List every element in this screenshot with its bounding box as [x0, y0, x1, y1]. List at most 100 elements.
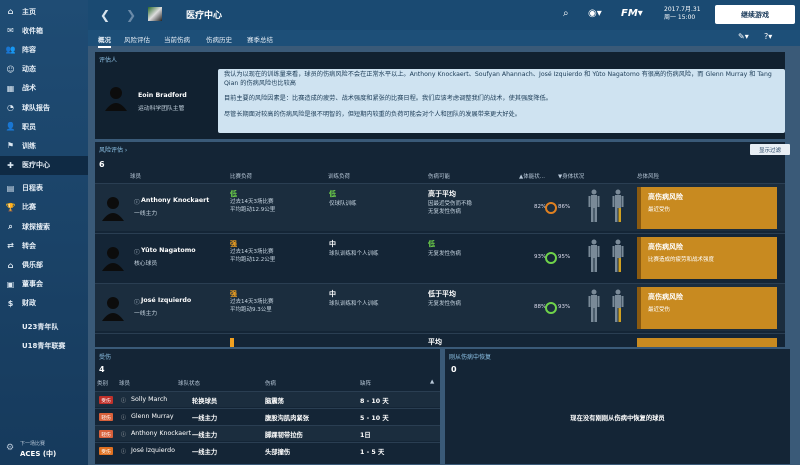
time-out: 1 - 5 天 — [360, 449, 385, 456]
player-info-icon[interactable]: ⓘ — [134, 297, 140, 306]
injury-row[interactable]: 受伤 ⓘ José Izquierdo 一线主力 头部撞伤 1 - 5 天 — [95, 442, 440, 458]
tab-season[interactable]: 赛季总结 — [247, 34, 273, 44]
player-role: 核心球员 — [134, 261, 158, 267]
inj-col-out[interactable]: 缺阵 — [360, 379, 371, 387]
sidebar-item-12[interactable]: ⇄ 转会 — [0, 236, 88, 255]
home-icon: ⌂ — [7, 7, 14, 17]
injury-proneness-level: 高于平均 — [428, 190, 456, 198]
sidebar-item-label: 转会 — [22, 241, 36, 250]
globe-icon[interactable]: ◉▾ — [588, 8, 602, 19]
sidebar-item-2[interactable]: 👥 阵容 — [0, 40, 88, 59]
player-name[interactable]: Yûto Nagatomo — [141, 247, 196, 254]
condition-ring-icon — [545, 252, 557, 264]
body-status-icon — [612, 289, 624, 322]
quote-paragraph-3: 尽管长期面对较高的伤病风险是很不明智的，但短期内较重的负荷可能会对个人和团队的发… — [224, 110, 521, 118]
col-fitness[interactable]: ▼身体状况 — [558, 172, 584, 180]
player-info-icon[interactable]: ⓘ — [134, 197, 140, 206]
overall-risk-badge: 高伤病风险 比赛造成的疲劳和战术强度 — [637, 237, 777, 279]
injured-player-name[interactable]: José Izquierdo — [131, 447, 175, 454]
assessor-role: 运动科学团队主管 — [138, 106, 185, 112]
injuries-header[interactable]: 受伤 — [95, 349, 440, 364]
tactics-icon: ▦ — [6, 83, 15, 93]
fitness-value: 86% — [558, 204, 571, 210]
col-injury-prone[interactable]: 伤病可能 — [428, 172, 450, 180]
recovery-header[interactable]: 刚从伤病中恢复 — [445, 349, 790, 364]
quote-paragraph-1: 我认为以现在的训练量来看，球员的伤病风险不会在正常水平以上。Anthony Kn… — [224, 71, 772, 87]
injury-name: 脚踝韧带拉伤 — [265, 432, 303, 439]
body-status-icon — [588, 239, 600, 272]
inj-col-injury[interactable]: 伤病 — [265, 379, 276, 387]
sidebar-item-13[interactable]: ⌂ 俱乐部 — [0, 255, 88, 274]
tab-overview[interactable]: 概况 — [98, 34, 111, 48]
match-load-level: 低 — [230, 190, 237, 198]
sidebar-item-label: 俱乐部 — [22, 261, 43, 270]
sidebar-item-label: 比赛 — [22, 203, 36, 212]
sidebar-item-3[interactable]: ☺ 动态 — [0, 60, 88, 79]
sidebar-item-label: 战术 — [22, 84, 36, 93]
inj-col-player[interactable]: 球员 — [119, 379, 130, 387]
show-filter-button[interactable]: 显示过滤 — [750, 144, 790, 155]
tab-risk[interactable]: 风险评估 — [124, 34, 150, 44]
fm-menu-icon[interactable]: FM▾ — [621, 8, 643, 19]
sidebar-item-6[interactable]: 👤 职员 — [0, 117, 88, 136]
training-icon: ⚑ — [6, 141, 15, 151]
sidebar-item-15[interactable]: $ 财政 — [0, 294, 88, 313]
col-overall-risk[interactable]: 总体风险 — [637, 172, 659, 180]
finance-icon: $ — [7, 298, 14, 308]
continue-button[interactable]: 继续游戏 — [715, 5, 795, 24]
next-match[interactable]: ⚙ 下一场比赛 ACES (中) — [6, 440, 56, 459]
help-icon[interactable]: ?▾ — [764, 32, 772, 41]
player-avatar — [102, 297, 124, 321]
club-crest[interactable] — [148, 7, 162, 21]
forward-icon[interactable]: ❯ — [126, 8, 136, 22]
sidebar-item-8[interactable]: ✚ 医疗中心 — [0, 155, 88, 175]
training-load-detail: 球队训练和个人训练 — [329, 301, 379, 307]
risk-header[interactable]: 风险评估 › — [95, 142, 785, 157]
tab-history[interactable]: 伤病历史 — [206, 34, 232, 44]
condition-ring-icon — [545, 302, 557, 314]
sidebar-item-label: 动态 — [22, 65, 36, 74]
sidebar-item-11[interactable]: ⌕ 球探搜索 — [0, 217, 88, 236]
col-match-load[interactable]: 比赛负荷 — [230, 172, 252, 180]
sidebar-item-7[interactable]: ⚑ 训练 — [0, 136, 88, 155]
sidebar-item-17[interactable]: U18青年联赛 — [0, 336, 88, 355]
sidebar-item-4[interactable]: ▦ 战术 — [0, 79, 88, 98]
sidebar-item-10[interactable]: 🏆 比赛 — [0, 198, 88, 217]
player-name[interactable]: José Izquierdo — [141, 297, 191, 304]
inj-col-status[interactable]: 球队状态 — [178, 379, 200, 387]
sidebar-item-14[interactable]: ▣ 董事会 — [0, 275, 88, 294]
risk-count: 6 — [99, 160, 105, 169]
injured-player-name[interactable]: Glenn Murray — [131, 413, 174, 420]
inj-sort-icon[interactable]: ▲ — [430, 379, 434, 385]
sidebar-item-5[interactable]: ◔ 球队报告 — [0, 98, 88, 117]
col-player[interactable]: 球员 — [130, 172, 141, 180]
sidebar-item-0[interactable]: ⌂ 主页 — [0, 2, 88, 21]
injured-player-name[interactable]: Solly March — [131, 396, 167, 403]
player-name[interactable]: Anthony Knockaert — [141, 197, 209, 204]
inj-col-type[interactable]: 类别 — [97, 379, 108, 387]
injury-row[interactable]: 轻伤 ⓘ Glenn Murray 一线主力 腹股沟肌肉紧张 5 - 10 天 — [95, 408, 440, 424]
sidebar-item-9[interactable]: ▤ 日程表 — [0, 179, 88, 198]
sidebar-item-label: U23青年队 — [22, 322, 59, 331]
injury-type-badge: 轻伤 — [99, 413, 113, 421]
col-condition[interactable]: ▲体能状... — [519, 172, 545, 180]
injuries-count: 4 — [99, 365, 105, 374]
injury-row[interactable]: 受伤 ⓘ Solly March 轮换球员 脑震荡 8 - 10 天 — [95, 391, 440, 407]
assessor-name[interactable]: Eoin Bradford — [138, 92, 187, 99]
col-train-load[interactable]: 训练负荷 — [328, 172, 350, 180]
player-info-icon[interactable]: ⓘ — [134, 247, 140, 256]
training-load-level: 中 — [329, 290, 336, 298]
injury-row[interactable]: 轻伤 ⓘ Anthony Knockaert 一线主力 脚踝韧带拉伤 1日 — [95, 425, 440, 441]
match-load-indicator — [230, 338, 234, 347]
back-icon[interactable]: ❮ — [100, 8, 110, 22]
sidebar-item-label: 训练 — [22, 141, 36, 150]
player-role: 一线主力 — [134, 211, 158, 217]
tab-current[interactable]: 当前伤病 — [164, 34, 190, 44]
sidebar-item-16[interactable]: U23青年队 — [0, 317, 88, 336]
edit-icon[interactable]: ✎▾ — [738, 32, 749, 41]
recovery-count: 0 — [451, 365, 457, 374]
search-icon[interactable]: ⌕ — [563, 8, 569, 19]
injured-player-name[interactable]: Anthony Knockaert — [131, 430, 191, 437]
sidebar-item-1[interactable]: ✉ 收件箱 — [0, 21, 88, 40]
quote-paragraph-2: 目前主要的风险因素是：比赛造成的疲劳、战术强度和紧张的比赛日程。我们应该考虑调整… — [224, 95, 552, 102]
